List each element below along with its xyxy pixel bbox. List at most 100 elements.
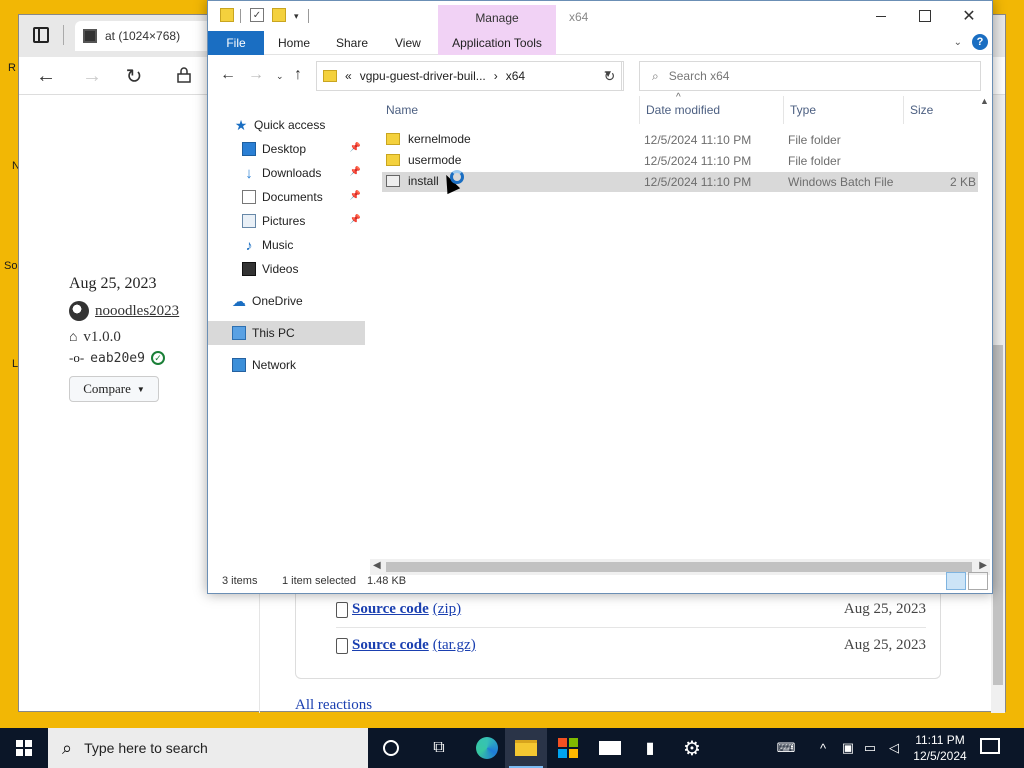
file-row[interactable]: usermode 12/5/2024 11:10 PM File folder: [382, 151, 978, 171]
vertical-scrollbar[interactable]: ▲: [978, 96, 992, 556]
pin-icon: 📌: [349, 214, 361, 224]
reload-icon[interactable]: ↻: [121, 63, 147, 89]
breadcrumb-overflow[interactable]: «: [345, 69, 352, 83]
commit-sha[interactable]: eab20e9: [90, 351, 145, 366]
taskbar-search[interactable]: ⌕: [48, 728, 368, 768]
refresh-button[interactable]: ↻: [596, 61, 624, 91]
compare-label: Compare: [83, 381, 131, 396]
customize-toolbar-icon[interactable]: ▾: [294, 11, 299, 22]
nav-item-pictures[interactable]: Pictures 📌: [208, 209, 365, 233]
notifications-icon[interactable]: [980, 738, 1000, 754]
properties-icon[interactable]: ✓: [250, 8, 264, 22]
recent-locations-icon[interactable]: ⌄: [276, 71, 284, 82]
all-reactions-link[interactable]: All reactions: [295, 697, 372, 714]
large-icons-view-icon[interactable]: [968, 572, 988, 590]
compare-button[interactable]: Compare ▼: [69, 376, 159, 402]
asset-name[interactable]: Source code: [352, 637, 429, 654]
close-button[interactable]: ✕: [946, 1, 992, 31]
busy-indicator-icon: [450, 170, 464, 184]
search-box[interactable]: ⌕: [639, 61, 981, 91]
mail-icon: [599, 741, 621, 755]
asset-row[interactable]: Source code (tar.gz) Aug 25, 2023: [336, 627, 926, 663]
author-link[interactable]: nooodles2023: [95, 303, 179, 320]
nav-item-network[interactable]: Network: [208, 353, 365, 377]
tab-home[interactable]: Home: [266, 31, 322, 55]
forward-arrow-icon[interactable]: →: [248, 66, 264, 84]
speaker-muted-icon[interactable]: ◁: [884, 728, 904, 768]
browser-tab[interactable]: at (1024×768): [75, 21, 225, 51]
nav-item-videos[interactable]: Videos: [208, 257, 365, 281]
column-header-name[interactable]: Name: [380, 96, 640, 124]
breadcrumb-separator-icon[interactable]: ›: [494, 69, 498, 83]
details-view-icon[interactable]: [946, 572, 966, 590]
address-bar[interactable]: « vgpu-guest-driver-buil... › x64 ▼: [316, 61, 622, 91]
column-header-size[interactable]: Size: [904, 96, 984, 124]
taskbar-search-input[interactable]: [84, 740, 335, 756]
app-button[interactable]: ▮: [629, 728, 671, 768]
help-icon[interactable]: ?: [972, 34, 988, 50]
cortana-button[interactable]: [370, 728, 412, 768]
mail-button[interactable]: [589, 728, 631, 768]
nav-item-documents[interactable]: Documents 📌: [208, 185, 365, 209]
start-button[interactable]: [0, 728, 48, 768]
tab-file[interactable]: File: [208, 31, 264, 55]
folder-icon: [323, 70, 337, 82]
nav-item-quick-access[interactable]: ★ Quick access: [208, 113, 365, 137]
nav-item-downloads[interactable]: ↓ Downloads 📌: [208, 161, 365, 185]
release-tag[interactable]: v1.0.0: [83, 329, 121, 346]
edge-button[interactable]: [466, 728, 508, 768]
browser-scrollbar[interactable]: [991, 95, 1005, 713]
tab-share[interactable]: Share: [324, 31, 380, 55]
file-explorer-button[interactable]: [505, 728, 547, 768]
task-view-button[interactable]: ⧉: [418, 728, 460, 768]
file-row[interactable]: kernelmode 12/5/2024 11:10 PM File folde…: [382, 130, 978, 150]
item-count: 3 items: [222, 575, 258, 587]
minimize-button[interactable]: [858, 1, 904, 31]
file-row[interactable]: install 12/5/2024 11:10 PM Windows Batch…: [382, 172, 978, 192]
search-input[interactable]: [668, 69, 949, 83]
explorer-titlebar[interactable]: ✓ ▾ Manage x64 ✕: [208, 1, 992, 31]
lock-icon[interactable]: [177, 67, 191, 83]
column-header-type[interactable]: Type: [784, 96, 904, 124]
nav-item-onedrive[interactable]: ☁ OneDrive: [208, 289, 365, 313]
taskbar: ⌕ ⧉ ▮ ⚙ ⌨ ^ ▣ ▭ ◁ 11:11 PM 12/5/2024: [0, 728, 1024, 768]
avatar[interactable]: [69, 301, 89, 321]
nav-item-music[interactable]: ♪ Music: [208, 233, 365, 257]
scrollbar-thumb[interactable]: [993, 345, 1003, 685]
network-tray-icon[interactable]: ▭: [860, 728, 880, 768]
breadcrumb-segment[interactable]: vgpu-guest-driver-buil...: [360, 69, 486, 83]
manage-tab[interactable]: Manage: [438, 5, 556, 31]
videos-icon: [242, 262, 256, 276]
scroll-right-icon[interactable]: ▶: [979, 560, 987, 571]
scroll-left-icon[interactable]: ◀: [373, 560, 381, 571]
asset-ext[interactable]: (zip): [433, 601, 461, 618]
back-arrow-icon[interactable]: ←: [220, 66, 236, 84]
chevron-up-icon[interactable]: ^: [814, 728, 832, 768]
nav-item-desktop[interactable]: Desktop 📌: [208, 137, 365, 161]
asset-ext[interactable]: (tar.gz): [433, 637, 476, 654]
column-header-date[interactable]: Date modified: [640, 96, 784, 124]
verified-icon[interactable]: ✓: [150, 351, 165, 365]
tab-actions-icon[interactable]: [33, 27, 49, 43]
release-meta: Aug 25, 2023 nooodles2023 ⌂ v1.0.0 -o- e…: [69, 275, 179, 402]
tab-view[interactable]: View: [383, 31, 433, 55]
file-date: 12/5/2024 11:10 PM: [644, 154, 752, 168]
ribbon-expand-icon[interactable]: ⌄: [954, 37, 962, 48]
new-folder-icon[interactable]: [272, 8, 286, 22]
settings-button[interactable]: ⚙: [671, 728, 713, 768]
asset-row[interactable]: Source code (zip) Aug 25, 2023: [336, 591, 926, 627]
store-button[interactable]: [547, 728, 589, 768]
breadcrumb-segment[interactable]: x64: [506, 69, 525, 83]
tab-application-tools[interactable]: Application Tools: [438, 31, 556, 55]
keyboard-icon[interactable]: ⌨: [772, 728, 800, 768]
clock[interactable]: 11:11 PM 12/5/2024: [908, 732, 972, 764]
device-icon[interactable]: ▣: [838, 728, 858, 768]
back-arrow-icon[interactable]: ←: [33, 63, 59, 89]
asset-name[interactable]: Source code: [352, 601, 429, 618]
maximize-button[interactable]: [902, 1, 948, 31]
desktop-icon: [242, 142, 256, 156]
nav-item-this-pc[interactable]: This PC: [208, 321, 365, 345]
forward-arrow-icon[interactable]: →: [79, 63, 105, 89]
scroll-up-icon[interactable]: ▲: [980, 96, 989, 106]
up-arrow-icon[interactable]: ↑: [294, 66, 302, 84]
